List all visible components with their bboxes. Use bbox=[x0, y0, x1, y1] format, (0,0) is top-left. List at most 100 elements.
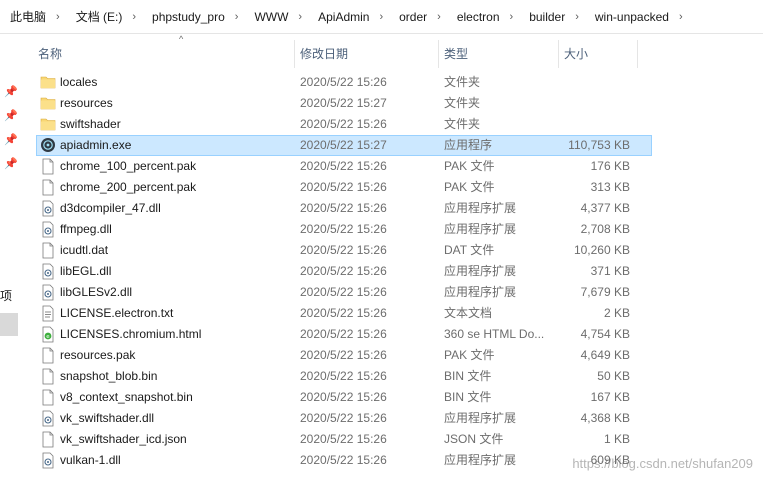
file-name: v8_context_snapshot.bin bbox=[60, 390, 193, 404]
file-row[interactable]: d3dcompiler_47.dll 2020/5/22 15:26 应用程序扩展 4… bbox=[36, 198, 652, 219]
file-name: d3dcompiler_47.dll bbox=[60, 201, 161, 215]
file-type: PAK 文件 bbox=[444, 180, 495, 194]
column-header-date[interactable]: 修改日期 bbox=[296, 40, 439, 68]
file-row[interactable]: locales 2020/5/22 15:26 文件夹 bbox=[36, 72, 652, 93]
file-name: snapshot_blob.bin bbox=[60, 369, 158, 383]
file-row[interactable]: icudtl.dat 2020/5/22 15:26 DAT 文件 10,260 KB bbox=[36, 240, 652, 261]
app-icon bbox=[40, 137, 56, 154]
file-row[interactable]: apiadmin.exe 2020/5/22 15:27 应用程序 110,753 K… bbox=[36, 135, 652, 156]
column-header-name[interactable]: 名称 bbox=[20, 40, 295, 68]
dll-icon bbox=[40, 284, 56, 301]
chevron-right-icon[interactable]: › bbox=[292, 11, 308, 23]
breadcrumb-item[interactable]: win-unpacked bbox=[585, 10, 673, 24]
column-header-size[interactable]: 大小 bbox=[560, 40, 638, 68]
chevron-right-icon[interactable]: › bbox=[373, 11, 389, 23]
nav-selected-item[interactable] bbox=[0, 313, 18, 336]
breadcrumb-item[interactable]: WWW bbox=[244, 10, 292, 24]
chevron-right-icon[interactable]: › bbox=[50, 11, 66, 23]
file-modified-date: 2020/5/22 15:26 bbox=[300, 159, 387, 173]
pin-icon[interactable]: 📌 bbox=[4, 134, 18, 146]
column-header-type[interactable]: 类型 bbox=[440, 40, 559, 68]
file-name: swiftshader bbox=[60, 117, 121, 131]
file-row[interactable]: vulkan-1.dll 2020/5/22 15:26 应用程序扩展 609 KB bbox=[36, 450, 652, 471]
file-type: 应用程序扩展 bbox=[444, 201, 517, 215]
chevron-right-icon[interactable]: › bbox=[504, 11, 520, 23]
file-icon bbox=[40, 158, 56, 175]
watermark: https://blog.csdn.net/shufan209 bbox=[572, 456, 753, 471]
file-name: locales bbox=[60, 75, 98, 89]
file-type: 应用程序扩展 bbox=[444, 222, 517, 236]
file-icon bbox=[40, 389, 56, 406]
file-row[interactable]: vk_swiftshader_icd.json 2020/5/22 15:26 JS… bbox=[36, 429, 652, 450]
file-size: 7,679 KB bbox=[580, 285, 630, 299]
file-row[interactable]: v8_context_snapshot.bin 2020/5/22 15:26 BI… bbox=[36, 387, 652, 408]
address-bar[interactable]: 此电脑 › 文档 (E:) › phpstudy_pro › WWW › ApiAdmin › or… bbox=[0, 0, 763, 34]
breadcrumb-item[interactable]: ApiAdmin bbox=[308, 10, 373, 24]
file-type: 文件夹 bbox=[444, 117, 481, 131]
breadcrumb-item[interactable]: 文档 (E:) bbox=[66, 8, 127, 25]
dll-icon bbox=[40, 452, 56, 469]
breadcrumb-item[interactable]: 此电脑 bbox=[0, 8, 50, 25]
file-row[interactable]: resources 2020/5/22 15:27 文件夹 bbox=[36, 93, 652, 114]
file-type: 文件夹 bbox=[444, 96, 481, 110]
file-modified-date: 2020/5/22 15:26 bbox=[300, 327, 387, 341]
file-name: LICENSES.chromium.html bbox=[60, 327, 202, 341]
pin-icon[interactable]: 📌 bbox=[4, 86, 18, 98]
file-row[interactable]: chrome_100_percent.pak 2020/5/22 15:26 PAK… bbox=[36, 156, 652, 177]
chevron-right-icon[interactable]: › bbox=[126, 11, 142, 23]
chevron-right-icon[interactable]: › bbox=[229, 11, 245, 23]
file-type: 文本文档 bbox=[444, 306, 493, 320]
file-row[interactable]: LICENSE.electron.txt 2020/5/22 15:26 文本文档 2… bbox=[36, 303, 652, 324]
file-row[interactable]: chrome_200_percent.pak 2020/5/22 15:26 PAK… bbox=[36, 177, 652, 198]
file-type: PAK 文件 bbox=[444, 159, 495, 173]
file-size bbox=[560, 115, 630, 134]
file-size: 10,260 KB bbox=[573, 243, 630, 257]
file-row[interactable]: vk_swiftshader.dll 2020/5/22 15:26 应用程序扩展 4… bbox=[36, 408, 652, 429]
breadcrumb-item[interactable]: builder bbox=[519, 10, 569, 24]
pin-icon[interactable]: 📌 bbox=[4, 110, 18, 122]
folder-icon bbox=[40, 95, 56, 112]
file-type: 应用程序 bbox=[444, 138, 493, 152]
file-row[interactable]: libGLESv2.dll 2020/5/22 15:26 应用程序扩展 7,679 … bbox=[36, 282, 652, 303]
navigation-pane: 📌 📌 📌 📌 项 bbox=[0, 34, 19, 487]
chevron-right-icon[interactable]: › bbox=[673, 11, 689, 23]
file-modified-date: 2020/5/22 15:26 bbox=[300, 453, 387, 467]
nav-item-label[interactable]: 项 bbox=[0, 287, 12, 304]
file-modified-date: 2020/5/22 15:26 bbox=[300, 180, 387, 194]
file-name: libEGL.dll bbox=[60, 264, 112, 278]
file-icon bbox=[40, 179, 56, 196]
file-row[interactable]: swiftshader 2020/5/22 15:26 文件夹 bbox=[36, 114, 652, 135]
dll-icon bbox=[40, 263, 56, 280]
file-name: vk_swiftshader.dll bbox=[60, 411, 155, 425]
file-size: 2,708 KB bbox=[580, 222, 630, 236]
file-type: DAT 文件 bbox=[444, 243, 495, 257]
file-row[interactable]: ffmpeg.dll 2020/5/22 15:26 应用程序扩展 2,708 KB bbox=[36, 219, 652, 240]
file-size bbox=[560, 73, 630, 92]
file-modified-date: 2020/5/22 15:26 bbox=[300, 411, 387, 425]
file-modified-date: 2020/5/22 15:26 bbox=[300, 243, 387, 257]
file-row[interactable]: snapshot_blob.bin 2020/5/22 15:26 BIN 文件 50… bbox=[36, 366, 652, 387]
file-name: vk_swiftshader_icd.json bbox=[60, 432, 187, 446]
file-size: 110,753 KB bbox=[568, 138, 630, 152]
breadcrumb-item[interactable]: order bbox=[389, 10, 431, 24]
pin-icon[interactable]: 📌 bbox=[4, 158, 18, 170]
file-type: JSON 文件 bbox=[444, 432, 504, 446]
file-type: BIN 文件 bbox=[444, 390, 492, 404]
breadcrumb-item[interactable]: phpstudy_pro bbox=[142, 10, 229, 24]
file-type: 360 se HTML Do... bbox=[444, 327, 545, 341]
file-row[interactable]: libEGL.dll 2020/5/22 15:26 应用程序扩展 371 KB bbox=[36, 261, 652, 282]
file-size: 4,649 KB bbox=[580, 348, 630, 362]
file-row[interactable]: e LICENSES.chromium.html 2020/5/22 15:26 36… bbox=[36, 324, 652, 345]
file-size: 4,368 KB bbox=[580, 411, 630, 425]
chevron-right-icon[interactable]: › bbox=[431, 11, 447, 23]
file-modified-date: 2020/5/22 15:26 bbox=[300, 222, 387, 236]
file-modified-date: 2020/5/22 15:26 bbox=[300, 264, 387, 278]
file-modified-date: 2020/5/22 15:26 bbox=[300, 75, 387, 89]
file-name: LICENSE.electron.txt bbox=[60, 306, 174, 320]
file-modified-date: 2020/5/22 15:26 bbox=[300, 285, 387, 299]
file-row[interactable]: resources.pak 2020/5/22 15:26 PAK 文件 4,649 … bbox=[36, 345, 652, 366]
file-modified-date: 2020/5/22 15:26 bbox=[300, 117, 387, 131]
column-header-row: ^ 名称 修改日期 类型 大小 bbox=[20, 34, 763, 70]
chevron-right-icon[interactable]: › bbox=[569, 11, 585, 23]
breadcrumb-item[interactable]: electron bbox=[447, 10, 504, 24]
